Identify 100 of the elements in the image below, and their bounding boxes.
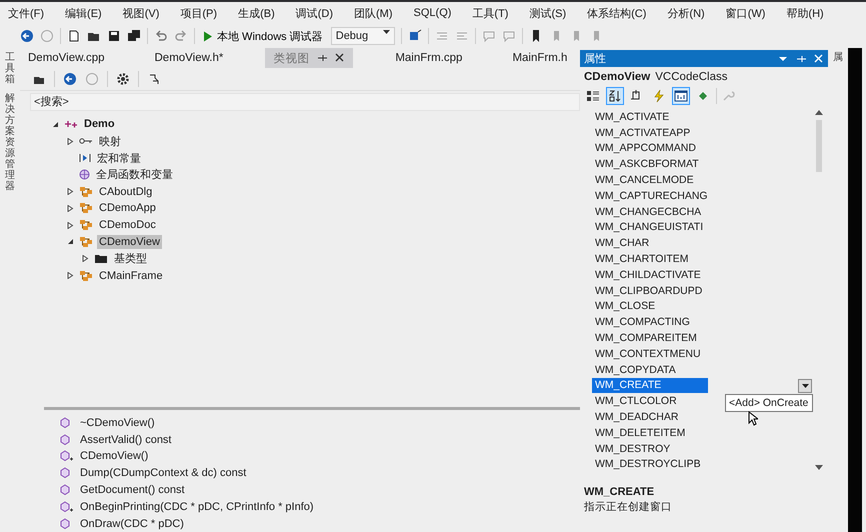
caret-icon bbox=[382, 30, 390, 34]
gear-icon[interactable] bbox=[116, 72, 130, 86]
message-item[interactable]: WM_ACTIVATE bbox=[592, 109, 708, 125]
message-item[interactable]: WM_ACTIVATEAPP bbox=[592, 124, 708, 141]
caret-icon bbox=[802, 384, 808, 388]
menu-item[interactable]: 窗口(W) bbox=[726, 6, 766, 20]
class-icon bbox=[79, 219, 93, 232]
message-item[interactable]: WM_DEADCHAR bbox=[592, 409, 708, 425]
message-item[interactable]: WM_CREATE bbox=[592, 378, 708, 394]
class-icon bbox=[79, 202, 93, 214]
side-tab[interactable]: 工具箱 bbox=[5, 52, 15, 85]
message-item[interactable]: WM_DELETEITEM bbox=[592, 424, 708, 441]
member-item[interactable]: OnDraw(CDC * pDC) bbox=[80, 518, 184, 530]
object-type: VCCodeClass bbox=[655, 70, 728, 82]
search-field[interactable]: <搜索> bbox=[30, 93, 580, 111]
tree-item[interactable]: CDemoApp bbox=[97, 201, 158, 216]
message-item[interactable]: WM_CTLCOLOR bbox=[592, 393, 708, 410]
menu-item[interactable]: 分析(N) bbox=[667, 6, 705, 20]
save-all-icon[interactable] bbox=[127, 29, 141, 43]
message-item[interactable]: WM_COMPACTING bbox=[592, 314, 708, 330]
collapse-icon[interactable] bbox=[52, 120, 58, 128]
configuration-dropdown[interactable]: Debug bbox=[330, 27, 395, 45]
expand-icon[interactable] bbox=[66, 272, 74, 280]
scroll-down-icon[interactable] bbox=[815, 465, 823, 470]
collapse-icon[interactable] bbox=[66, 238, 74, 246]
message-item[interactable]: WM_DESTROY bbox=[592, 440, 708, 457]
message-item[interactable]: WM_CANCELMODE bbox=[592, 172, 708, 188]
new-project-icon[interactable] bbox=[67, 29, 81, 43]
document-tab[interactable]: DemoView.h* bbox=[146, 48, 232, 68]
menu-item[interactable]: 测试(S) bbox=[529, 6, 566, 20]
message-item[interactable]: WM_CAPTURECHANG bbox=[592, 188, 708, 204]
menu-item[interactable]: 体系结构(C) bbox=[587, 6, 646, 20]
message-item[interactable]: WM_COPYDATA bbox=[592, 362, 708, 378]
protected-method-icon bbox=[60, 450, 73, 462]
handler-dropdown-button[interactable] bbox=[798, 378, 812, 393]
menu-item[interactable]: 工具(T) bbox=[472, 6, 508, 20]
message-item[interactable]: WM_CLOSE bbox=[592, 298, 708, 314]
menu-item[interactable]: 帮助(H) bbox=[786, 6, 824, 20]
expand-icon[interactable] bbox=[66, 138, 74, 145]
menu-item[interactable]: 生成(B) bbox=[238, 6, 275, 20]
tree-item[interactable]: 映射 bbox=[97, 132, 123, 150]
description-text: 指示正在创建窗口 bbox=[583, 500, 673, 515]
expand-icon[interactable] bbox=[66, 188, 74, 196]
back-icon[interactable] bbox=[63, 72, 77, 86]
message-item[interactable]: WM_CONTEXTMENU bbox=[592, 346, 708, 362]
menu-item[interactable]: 文件(F) bbox=[8, 6, 44, 20]
folder-icon bbox=[94, 253, 108, 264]
member-item[interactable]: OnBeginPrinting(CDC * pDC, CPrintInfo * pInfo) bbox=[80, 500, 314, 513]
message-item[interactable]: WM_CHILDACTIVATE bbox=[592, 266, 708, 283]
start-debugging-button[interactable]: 本地 Windows 调试器 bbox=[201, 28, 325, 44]
tree-item[interactable]: CAboutDlg bbox=[97, 184, 154, 199]
tree-item[interactable]: 基类型 bbox=[112, 250, 149, 268]
menu-item[interactable]: 团队(M) bbox=[354, 6, 393, 20]
scroll-up-icon[interactable] bbox=[815, 110, 823, 115]
document-tab[interactable]: MainFrm.cpp bbox=[387, 48, 470, 68]
panel-title: 属性 bbox=[584, 52, 606, 66]
member-item[interactable]: ~CDemoView() bbox=[80, 416, 155, 429]
tree-item[interactable]: 全局函数和变量 bbox=[94, 166, 175, 184]
message-item[interactable]: WM_COMPAREITEM bbox=[592, 330, 708, 346]
member-item[interactable]: AssertValid() const bbox=[80, 434, 172, 446]
tree-item[interactable]: CMainFrame bbox=[97, 268, 165, 283]
member-item[interactable]: GetDocument() const bbox=[80, 484, 185, 496]
menu-item[interactable]: 视图(V) bbox=[122, 6, 160, 20]
undo-icon[interactable] bbox=[154, 29, 168, 43]
message-item[interactable]: WM_CLIPBOARDUPD bbox=[592, 282, 708, 299]
message-item[interactable]: WM_APPCOMMAND bbox=[592, 140, 708, 156]
menu-item[interactable]: 编辑(E) bbox=[65, 6, 102, 20]
handler-option[interactable]: <Add> OnCreate bbox=[725, 394, 813, 412]
expand-icon[interactable] bbox=[66, 204, 74, 212]
menu-item[interactable]: 调试(D) bbox=[296, 6, 334, 20]
class-icon bbox=[79, 270, 93, 282]
message-item[interactable]: WM_CHANGECBCHA bbox=[592, 204, 708, 220]
message-item[interactable]: WM_DESTROYCLIPB bbox=[592, 456, 708, 472]
side-tab[interactable]: 解决方案资源管理器 bbox=[5, 93, 15, 192]
message-item[interactable]: WM_CHAR bbox=[592, 235, 708, 252]
message-item[interactable]: WM_CHANGEUISTATI bbox=[592, 220, 708, 236]
tree-item[interactable]: Demo bbox=[82, 117, 117, 132]
member-item[interactable]: CDemoView() bbox=[80, 450, 148, 462]
tree-item[interactable]: 宏和常量 bbox=[95, 150, 143, 166]
member-item[interactable]: Dump(CDumpContext & dc) const bbox=[80, 467, 246, 480]
message-item[interactable]: WM_CHARTOITEM bbox=[592, 251, 708, 267]
document-tab[interactable]: DemoView.cpp bbox=[20, 48, 112, 68]
menu-item[interactable]: 项目(P) bbox=[180, 6, 218, 20]
message-item[interactable]: WM_ASKCBFORMAT bbox=[592, 156, 708, 172]
object-name: CDemoView bbox=[584, 70, 650, 82]
expand-icon[interactable] bbox=[66, 222, 74, 229]
class-icon bbox=[79, 186, 93, 198]
class-icon bbox=[79, 236, 93, 248]
play-icon bbox=[203, 30, 213, 42]
save-icon[interactable] bbox=[107, 29, 121, 43]
globe-icon bbox=[79, 169, 90, 180]
document-tab[interactable]: MainFrm.h bbox=[504, 48, 576, 68]
tree-item[interactable]: CDemoDoc bbox=[97, 218, 158, 232]
back-icon[interactable] bbox=[20, 29, 34, 43]
menu-item[interactable]: SQL(Q) bbox=[414, 7, 452, 19]
side-tab[interactable]: 属 bbox=[833, 52, 843, 63]
macro-icon bbox=[79, 152, 91, 163]
description-title: WM_CREATE bbox=[583, 485, 656, 498]
tree-item[interactable]: CDemoView bbox=[97, 234, 162, 249]
expand-icon[interactable] bbox=[82, 255, 88, 262]
